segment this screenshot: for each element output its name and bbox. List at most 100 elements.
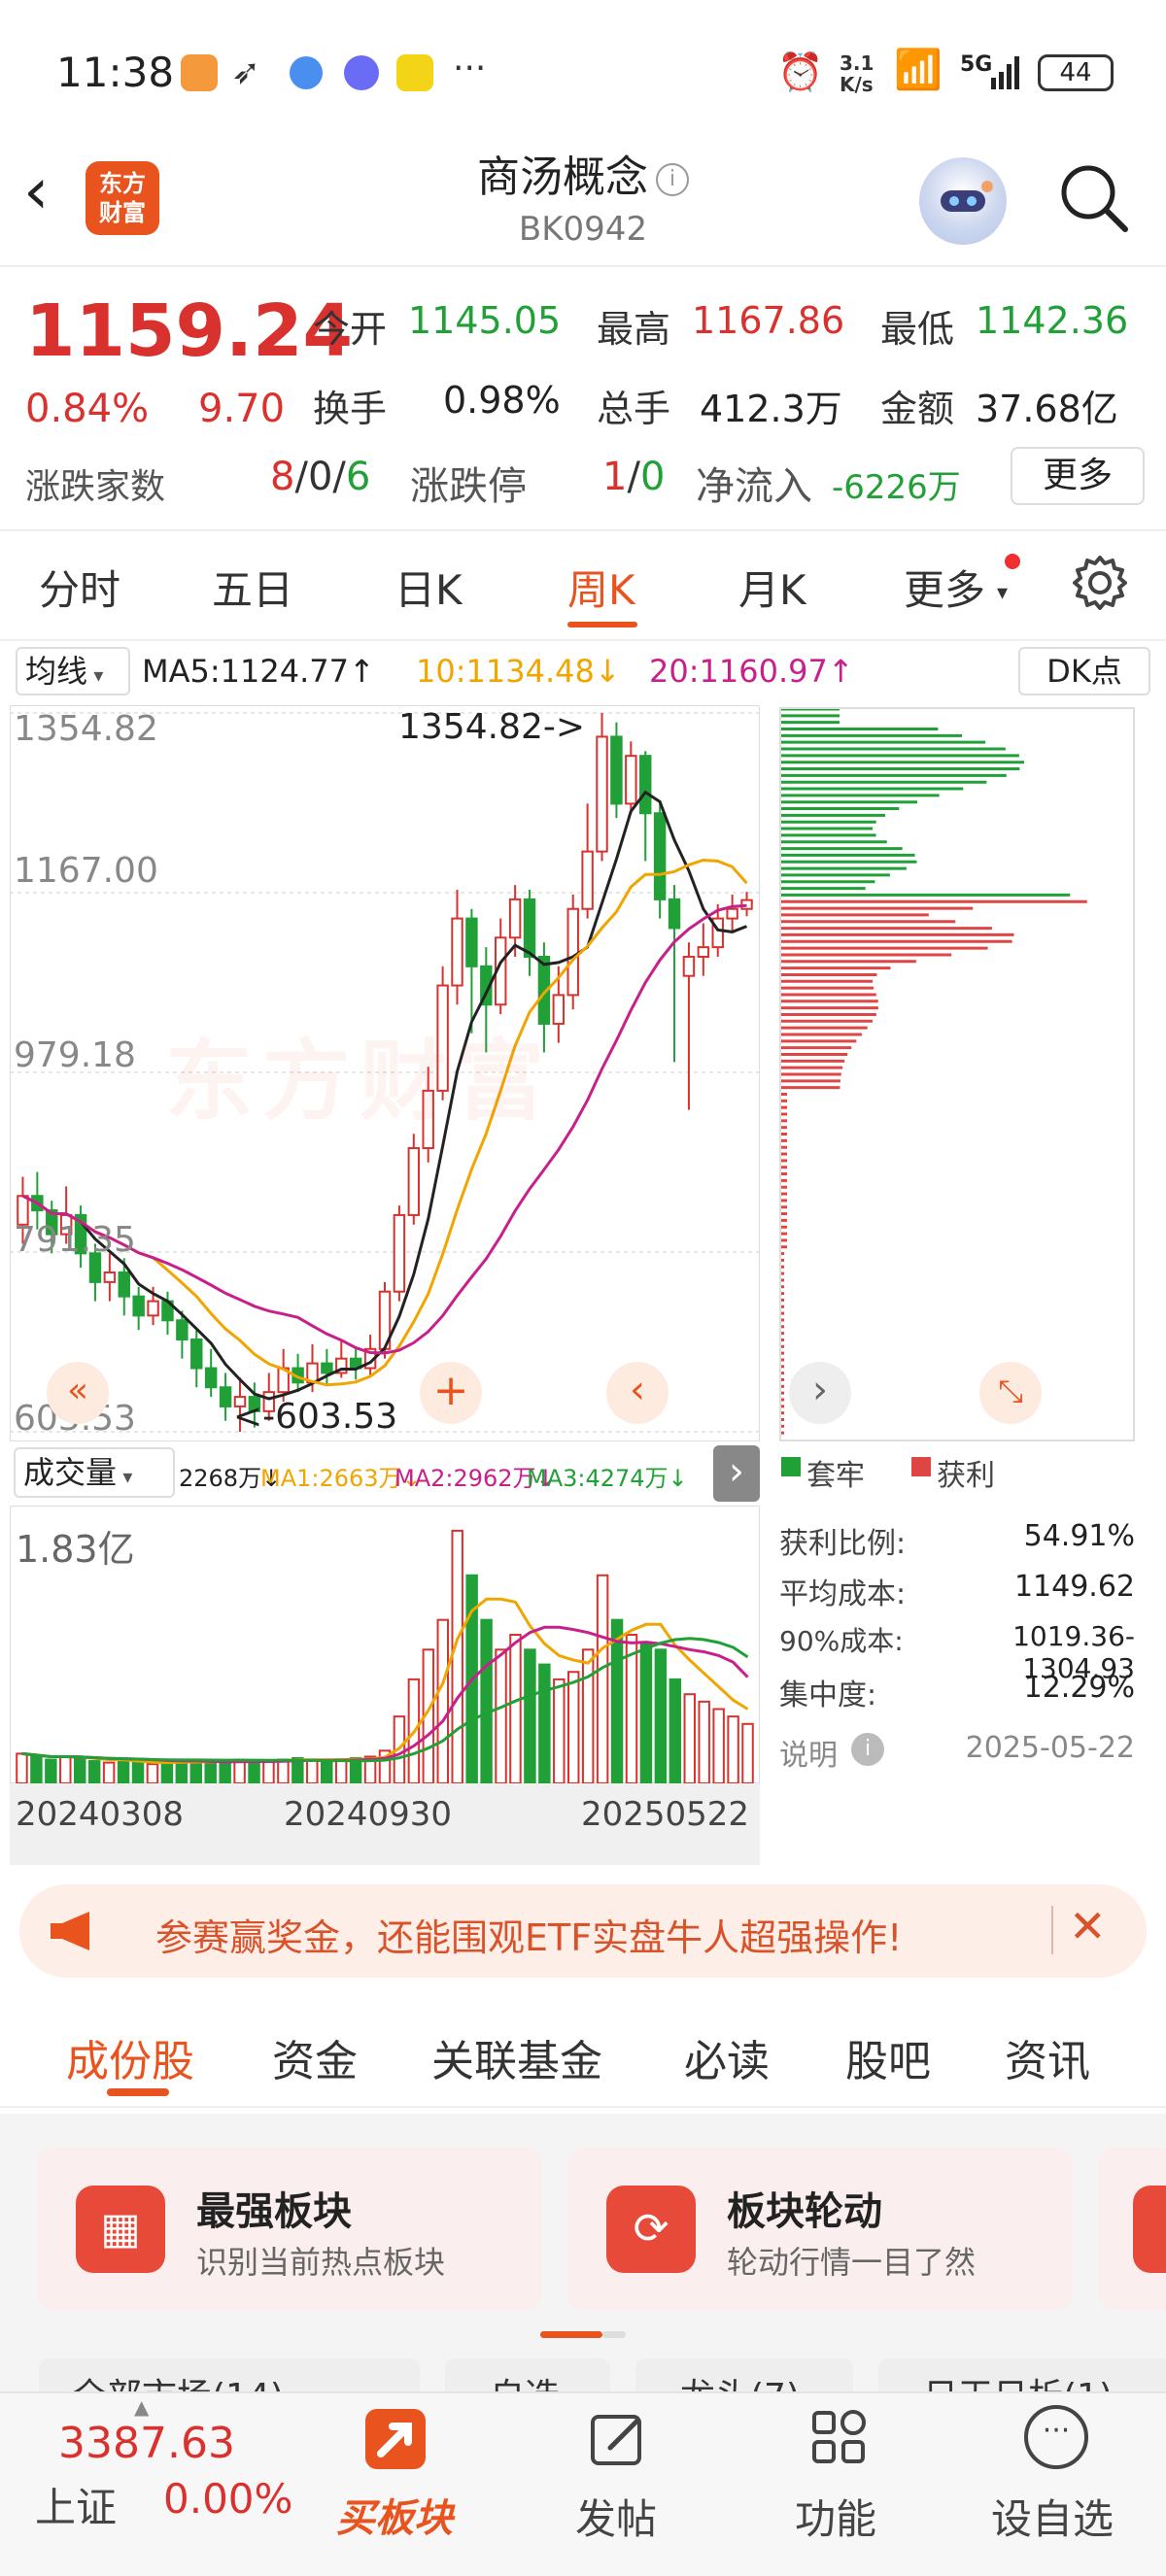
browser-icon	[290, 56, 323, 89]
robot-assistant-avatar[interactable]	[919, 157, 1007, 245]
settings-gear-icon[interactable]	[1071, 554, 1129, 612]
expand-right-icon[interactable]: ›	[789, 1362, 851, 1424]
card-title: 最强板块	[196, 2189, 352, 2234]
add-watchlist-icon[interactable]: ···	[1024, 2405, 1088, 2469]
strongest-sector-card[interactable]: ▦ 最强板块 识别当前热点板块	[37, 2147, 542, 2310]
volume-bar	[683, 1693, 696, 1784]
volume-expand-icon[interactable]: ›	[713, 1445, 760, 1502]
volume-bar	[727, 1715, 739, 1784]
tab-must-read[interactable]: 必读	[684, 2026, 770, 2088]
volume-bar	[741, 1722, 754, 1785]
limit-down: 0	[639, 455, 666, 499]
volume-bar	[581, 1648, 595, 1784]
function-grid-icon[interactable]	[808, 2407, 871, 2469]
turnover-label: 换手	[313, 388, 388, 430]
last-price: 1159.24	[25, 289, 354, 373]
ma-selector[interactable]: 均线 ▾	[16, 647, 130, 695]
high-value: 1167.86	[692, 299, 845, 342]
price-axis-max: 1354.82	[14, 709, 158, 749]
sector-name: 商汤概念	[477, 153, 648, 202]
index-name[interactable]: 上证	[35, 2475, 117, 2534]
note-info-icon[interactable]: i	[851, 1733, 884, 1766]
card-subtitle: 识别当前热点板块	[196, 2244, 446, 2281]
scroll-left-fast-icon[interactable]: «	[47, 1362, 109, 1424]
card-icon	[1133, 2186, 1166, 2273]
index-value[interactable]: 3387.63	[58, 2419, 235, 2468]
tab-five-day[interactable]: 五日	[212, 558, 293, 617]
volume-bar	[74, 1756, 86, 1785]
tab-more[interactable]: 更多	[904, 558, 985, 617]
chip-distribution-chart	[781, 709, 1087, 1435]
megaphone-icon	[49, 1910, 103, 1952]
candle-body	[596, 735, 608, 853]
candle-body	[726, 907, 738, 920]
post-label[interactable]: 发帖	[575, 2487, 657, 2546]
x-axis-mid: 20240930	[284, 1795, 453, 1834]
tab-intraday[interactable]: 分时	[39, 558, 120, 617]
sector-rotation-card[interactable]: ⟳ 板块轮动 轮动行情一目了然	[567, 2147, 1073, 2310]
battery-icon: 44	[1038, 54, 1114, 91]
net-speed-unit: K/s	[840, 73, 874, 96]
red-dot-badge	[1005, 554, 1020, 569]
volume-bar	[175, 1760, 189, 1785]
ma-selector-label: 均线	[25, 653, 88, 690]
section-tab-indicator	[107, 2088, 169, 2096]
tab-weekly-k[interactable]: 周K	[567, 558, 635, 617]
high-marker-label: 1354.82->	[398, 707, 586, 747]
collapse-up-icon[interactable]: ▲	[134, 2395, 149, 2419]
next-card-partial[interactable]	[1098, 2147, 1166, 2310]
add-watchlist-label[interactable]: 设自选	[991, 2487, 1114, 2546]
volume-bar	[277, 1758, 290, 1785]
tab-monthly-k[interactable]: 月K	[738, 558, 806, 617]
function-label[interactable]: 功能	[795, 2487, 876, 2546]
signal-icon	[991, 54, 1019, 89]
volume-ma3: MA3:4274万↓	[527, 1465, 688, 1492]
more-button[interactable]: 更多	[1011, 447, 1145, 505]
index-change[interactable]: 0.00%	[163, 2475, 292, 2523]
candle-body	[451, 917, 463, 987]
price-axis-4: 791.35	[14, 1220, 136, 1260]
buy-sector-icon[interactable]	[360, 2403, 441, 2481]
volume-selector[interactable]: 成交量 ▾	[14, 1447, 175, 1498]
candle-body	[204, 1367, 218, 1389]
card-title: 板块轮动	[727, 2189, 882, 2234]
candle-body	[407, 1146, 421, 1216]
breadth-values: 8/0/6	[270, 455, 371, 499]
ma5-value: MA5:1124.77↑	[142, 653, 375, 690]
volume-bar	[262, 1760, 275, 1785]
search-icon[interactable]	[1055, 159, 1133, 237]
tab-forum[interactable]: 股吧	[845, 2026, 931, 2088]
dk-point-button[interactable]: DK点	[1018, 647, 1150, 695]
volume-bar	[669, 1678, 682, 1785]
scroll-left-icon[interactable]: ‹	[606, 1362, 669, 1424]
tab-funds[interactable]: 资金	[272, 2026, 358, 2088]
info-icon[interactable]: i	[656, 163, 689, 196]
limit-label: 涨跌停	[410, 464, 527, 509]
volume-bar	[131, 1761, 145, 1784]
zoom-in-icon[interactable]: +	[420, 1362, 482, 1424]
tab-daily-k[interactable]: 日K	[394, 558, 463, 617]
breadth-down: 6	[345, 455, 371, 499]
rotation-icon: ⟳	[606, 2186, 696, 2273]
breadth-label: 涨跌家数	[25, 467, 166, 507]
limit-up: 1	[602, 455, 628, 499]
tab-related-funds[interactable]: 关联基金	[431, 2026, 602, 2088]
tab-news[interactable]: 资讯	[1005, 2026, 1090, 2088]
hold-legend-swatch	[781, 1457, 801, 1476]
volume-bar	[451, 1529, 463, 1784]
fullscreen-icon[interactable]: ⤡	[979, 1362, 1042, 1424]
close-icon[interactable]: ✕	[1069, 1900, 1107, 1952]
volume-bar	[16, 1752, 28, 1785]
candle-body	[393, 1213, 406, 1293]
banner-divider	[1051, 1906, 1053, 1954]
low-label: 最低	[880, 308, 955, 351]
note-label[interactable]: 说明	[779, 1731, 838, 1774]
candle-body	[523, 898, 536, 958]
buy-sector-label[interactable]: 买板块	[336, 2487, 453, 2543]
open-value: 1145.05	[408, 299, 562, 342]
candle-body	[639, 755, 652, 815]
edit-post-icon[interactable]	[587, 2407, 649, 2469]
candle-body	[566, 907, 579, 997]
tab-constituents[interactable]: 成份股	[66, 2026, 194, 2088]
volume-bar	[30, 1755, 43, 1784]
